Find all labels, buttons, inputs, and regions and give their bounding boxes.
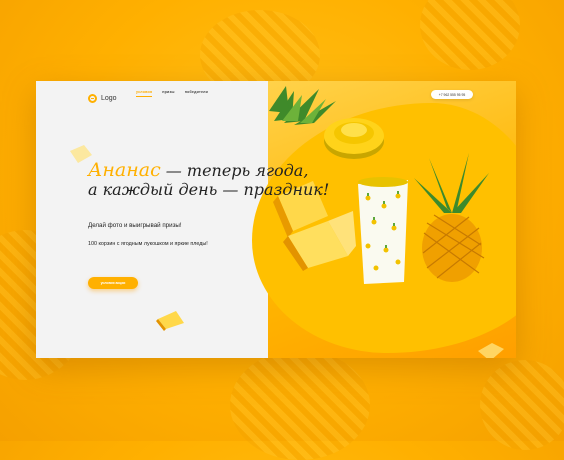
- paper-cup-image: [358, 177, 408, 284]
- hero-description: 100 корзин с ягодным лукошком и яркие пл…: [88, 241, 208, 247]
- cup-lid-image: [324, 118, 384, 159]
- main-nav: условия призы победители: [136, 90, 208, 97]
- nav-item-winners[interactable]: победители: [185, 90, 208, 97]
- background-pineapple: [480, 360, 564, 450]
- pineapple-chunk-image: [478, 343, 504, 358]
- background-pineapple: [420, 0, 520, 70]
- logo-icon: [88, 94, 97, 103]
- conditions-button[interactable]: условия акции: [88, 277, 138, 289]
- logo[interactable]: Logo: [88, 94, 117, 103]
- logo-text: Logo: [101, 95, 117, 102]
- pineapple-image: [414, 153, 489, 282]
- background-pineapple: [230, 350, 370, 460]
- scroll-down-icon[interactable]: [279, 325, 285, 331]
- pineapple-chunk-image: [156, 311, 184, 331]
- nav-item-prizes[interactable]: призы: [162, 90, 174, 97]
- hero-title: Ананас — теперь ягода, а каждый день — п…: [88, 159, 330, 200]
- hero-subtitle: Делай фото и выигрывай призы!: [88, 222, 182, 229]
- title-line1: — теперь ягода,: [160, 161, 309, 180]
- nav-item-conditions[interactable]: условия: [136, 90, 153, 97]
- title-line2: а каждый день — праздник!: [88, 180, 330, 199]
- landing-card: Logo условия призы победители +7 962 555…: [36, 81, 516, 358]
- title-highlight: Ананас: [88, 159, 161, 181]
- phone-button[interactable]: +7 962 555 95 95: [431, 90, 473, 99]
